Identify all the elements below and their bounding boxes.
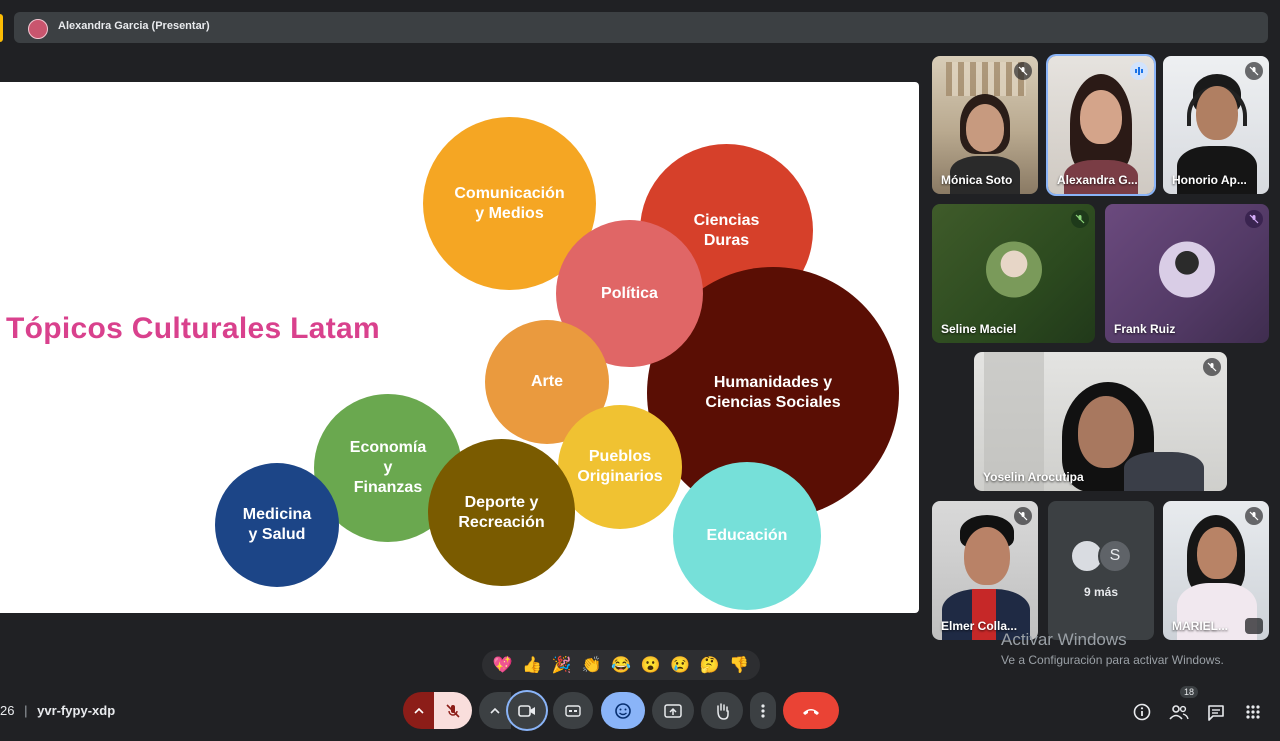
participant-tile[interactable]: MARIEL... bbox=[1163, 501, 1269, 640]
mic-off-icon bbox=[1014, 62, 1032, 80]
participant-tile[interactable]: Mónica Soto bbox=[932, 56, 1038, 194]
audio-options-button[interactable] bbox=[403, 692, 435, 729]
face bbox=[1078, 396, 1134, 468]
info-icon bbox=[1133, 703, 1151, 721]
activation-watermark-subtitle: Ve a Configuración para activar Windows. bbox=[1001, 653, 1224, 667]
reaction-thumbs-up[interactable]: 👍 bbox=[522, 655, 542, 675]
participant-name: MARIEL... bbox=[1172, 619, 1228, 633]
more-participants-tile[interactable]: S 9 más bbox=[1048, 501, 1154, 640]
present-icon bbox=[664, 703, 682, 718]
more-options-button[interactable] bbox=[750, 692, 776, 729]
face bbox=[966, 104, 1004, 152]
participant-name: Frank Ruiz bbox=[1114, 322, 1176, 336]
avatar bbox=[985, 241, 1042, 298]
pip-icon[interactable] bbox=[1245, 618, 1263, 634]
activities-button[interactable] bbox=[1241, 700, 1265, 724]
more-count: 9 más bbox=[1083, 585, 1119, 599]
presenter-label: Alexandra Garcia (Presentar) bbox=[58, 20, 210, 32]
video-options-button[interactable] bbox=[479, 692, 511, 729]
raise-hand-button[interactable] bbox=[701, 692, 743, 729]
face bbox=[1080, 90, 1122, 144]
mic-off-icon bbox=[1203, 358, 1221, 376]
mic-off-icon bbox=[1071, 210, 1089, 228]
face bbox=[1196, 86, 1238, 140]
people-count-badge: 18 bbox=[1180, 686, 1199, 698]
camera-icon bbox=[518, 704, 535, 717]
participant-tile[interactable]: Elmer Colla... bbox=[932, 501, 1038, 640]
reaction-thinking[interactable]: 🤔 bbox=[700, 655, 720, 675]
meeting-code: yvr-fypy-xdp bbox=[37, 703, 116, 718]
avatar-initial: S bbox=[1098, 539, 1132, 573]
chat-icon bbox=[1208, 704, 1224, 721]
shared-slide: Tópicos Culturales Latam Comunicación y … bbox=[0, 82, 919, 613]
captions-button[interactable] bbox=[553, 692, 593, 729]
participant-name: Alexandra G... bbox=[1057, 173, 1138, 187]
chat-button[interactable] bbox=[1204, 700, 1228, 724]
face bbox=[964, 527, 1010, 585]
reaction-party[interactable]: 🎉 bbox=[552, 655, 572, 675]
reaction-thumbs-down[interactable]: 👎 bbox=[729, 655, 749, 675]
reactions-bar: 💖 👍 🎉 👏 😂 😮 😢 🤔 👎 bbox=[482, 650, 760, 680]
participant-tile[interactable]: Yoselin Arocutipa bbox=[974, 352, 1227, 491]
bubble-educacion: Educación bbox=[673, 462, 821, 610]
mic-off-icon bbox=[1245, 210, 1263, 228]
bubble-medicina: Medicina y Salud bbox=[215, 463, 339, 587]
speaking-indicator-icon bbox=[1130, 62, 1148, 80]
slide-title: Tópicos Culturales Latam bbox=[6, 312, 380, 345]
leave-call-button[interactable] bbox=[783, 692, 839, 729]
avatar bbox=[1159, 241, 1215, 298]
separator: | bbox=[24, 703, 28, 718]
presenter-bar: Alexandra Garcia (Presentar) bbox=[14, 12, 1268, 43]
reaction-sad[interactable]: 😢 bbox=[670, 655, 690, 675]
more-vert-icon bbox=[761, 703, 765, 718]
bubble-deporte: Deporte y Recreación bbox=[428, 439, 575, 586]
activation-watermark-title: Activar Windows bbox=[1001, 630, 1127, 649]
hand-icon bbox=[717, 702, 729, 720]
chevron-up-icon bbox=[414, 707, 424, 714]
meeting-time: 26 bbox=[0, 703, 15, 718]
mic-off-icon bbox=[1245, 507, 1263, 525]
shirt bbox=[1124, 452, 1204, 491]
reaction-surprised[interactable]: 😮 bbox=[641, 655, 661, 675]
meeting-details-button[interactable] bbox=[1130, 700, 1154, 724]
participant-tile[interactable]: Frank Ruiz bbox=[1105, 204, 1269, 343]
present-screen-button[interactable] bbox=[652, 692, 694, 729]
captions-icon bbox=[565, 704, 581, 717]
people-button[interactable] bbox=[1167, 700, 1191, 724]
reaction-clap[interactable]: 👏 bbox=[581, 655, 601, 675]
participant-name: Yoselin Arocutipa bbox=[983, 470, 1084, 484]
participant-name: Seline Maciel bbox=[941, 322, 1017, 336]
reaction-heart[interactable]: 💖 bbox=[493, 655, 513, 675]
mic-off-icon bbox=[1245, 62, 1263, 80]
avatar bbox=[28, 19, 48, 39]
participant-name: Mónica Soto bbox=[941, 173, 1013, 187]
presenting-indicator bbox=[0, 14, 3, 42]
mic-toggle-button[interactable] bbox=[434, 692, 472, 729]
meeting-info: 26 | yvr-fypy-xdp bbox=[0, 703, 115, 718]
mic-off-icon bbox=[446, 703, 460, 718]
mic-off-icon bbox=[1014, 507, 1032, 525]
emoji-icon bbox=[615, 702, 631, 719]
reactions-button[interactable] bbox=[601, 692, 645, 729]
reaction-laugh[interactable]: 😂 bbox=[611, 655, 631, 675]
chevron-up-icon bbox=[490, 707, 500, 714]
face bbox=[1197, 527, 1237, 579]
hang-up-icon bbox=[803, 708, 819, 715]
people-icon bbox=[1169, 705, 1189, 720]
camera-toggle-button[interactable] bbox=[508, 692, 546, 729]
bubble-pueblos-originarios: Pueblos Originarios bbox=[558, 405, 682, 529]
participant-tile-speaking[interactable]: Alexandra G... bbox=[1048, 56, 1154, 194]
participant-tile[interactable]: Honorio Ap... bbox=[1163, 56, 1269, 194]
apps-grid-icon bbox=[1246, 705, 1260, 719]
participant-name: Honorio Ap... bbox=[1172, 173, 1247, 187]
participant-tile[interactable]: Seline Maciel bbox=[932, 204, 1095, 343]
